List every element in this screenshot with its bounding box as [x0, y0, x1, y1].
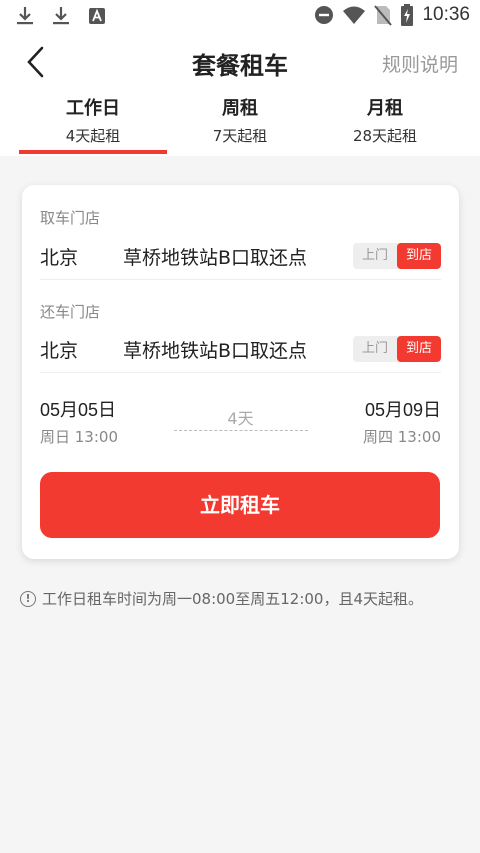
return-store-label: 还车门店 [40, 303, 101, 321]
tab-sublabel: 28天起租 [352, 127, 418, 145]
duration-line [174, 430, 308, 431]
pickup-store[interactable]: 草桥地铁站B口取还点 [123, 243, 307, 270]
tab-weekly[interactable]: 周租 7天起租 [165, 90, 315, 156]
tab-label: 月租 [367, 98, 403, 119]
divider [40, 279, 441, 280]
return-door-option[interactable]: 上门 [353, 336, 397, 362]
info-icon: ! [20, 590, 36, 607]
pickup-mode-toggle: 上门 到店 [353, 243, 441, 269]
pickup-store-label: 取车门店 [40, 209, 101, 227]
clock: 10:36 [422, 4, 470, 25]
battery-charging-icon [401, 4, 414, 26]
tab-weekday[interactable]: 工作日 4天起租 [18, 90, 168, 156]
pickup-door-option[interactable]: 上门 [353, 243, 397, 269]
wifi-icon [343, 6, 366, 24]
download-icon [17, 7, 33, 25]
notice: ! 工作日租车时间为周一08:00至周五12:00，且4天起租。 [20, 588, 423, 609]
do-not-disturb-icon [315, 6, 334, 24]
app-a-icon [89, 8, 105, 24]
return-store[interactable]: 草桥地铁站B口取还点 [123, 336, 307, 363]
status-bar: 10:36 [0, 0, 480, 34]
package-tabs: 工作日 4天起租 周租 7天起租 月租 28天起租 [0, 90, 480, 156]
rules-link[interactable]: 规则说明 [382, 50, 458, 77]
tab-sublabel: 7天起租 [212, 127, 268, 145]
return-city[interactable]: 北京 [40, 336, 78, 363]
download-icon [53, 7, 69, 25]
active-tab-indicator [19, 150, 167, 154]
pickup-store-option[interactable]: 到店 [397, 243, 441, 269]
tab-label: 周租 [222, 98, 258, 119]
tab-label: 工作日 [66, 98, 120, 119]
pickup-city[interactable]: 北京 [40, 243, 78, 270]
return-mode-toggle: 上门 到店 [353, 336, 441, 362]
no-sim-icon [374, 5, 393, 26]
notice-text: 工作日租车时间为周一08:00至周五12:00，且4天起租。 [42, 590, 424, 608]
booking-card: 取车门店 北京 草桥地铁站B口取还点 上门 到店 还车门店 北京 草桥地铁站B口… [22, 185, 459, 559]
end-time[interactable]: 周四 13:00 [363, 426, 441, 447]
end-date[interactable]: 05月09日 [365, 396, 441, 422]
divider [40, 372, 441, 373]
rent-now-button[interactable]: 立即租车 [40, 472, 440, 538]
start-time[interactable]: 周日 13:00 [40, 426, 118, 447]
return-store-option[interactable]: 到店 [397, 336, 441, 362]
tab-sublabel: 4天起租 [65, 127, 121, 145]
header: 套餐租车 规则说明 [0, 34, 480, 90]
tab-monthly[interactable]: 月租 28天起租 [310, 90, 460, 156]
